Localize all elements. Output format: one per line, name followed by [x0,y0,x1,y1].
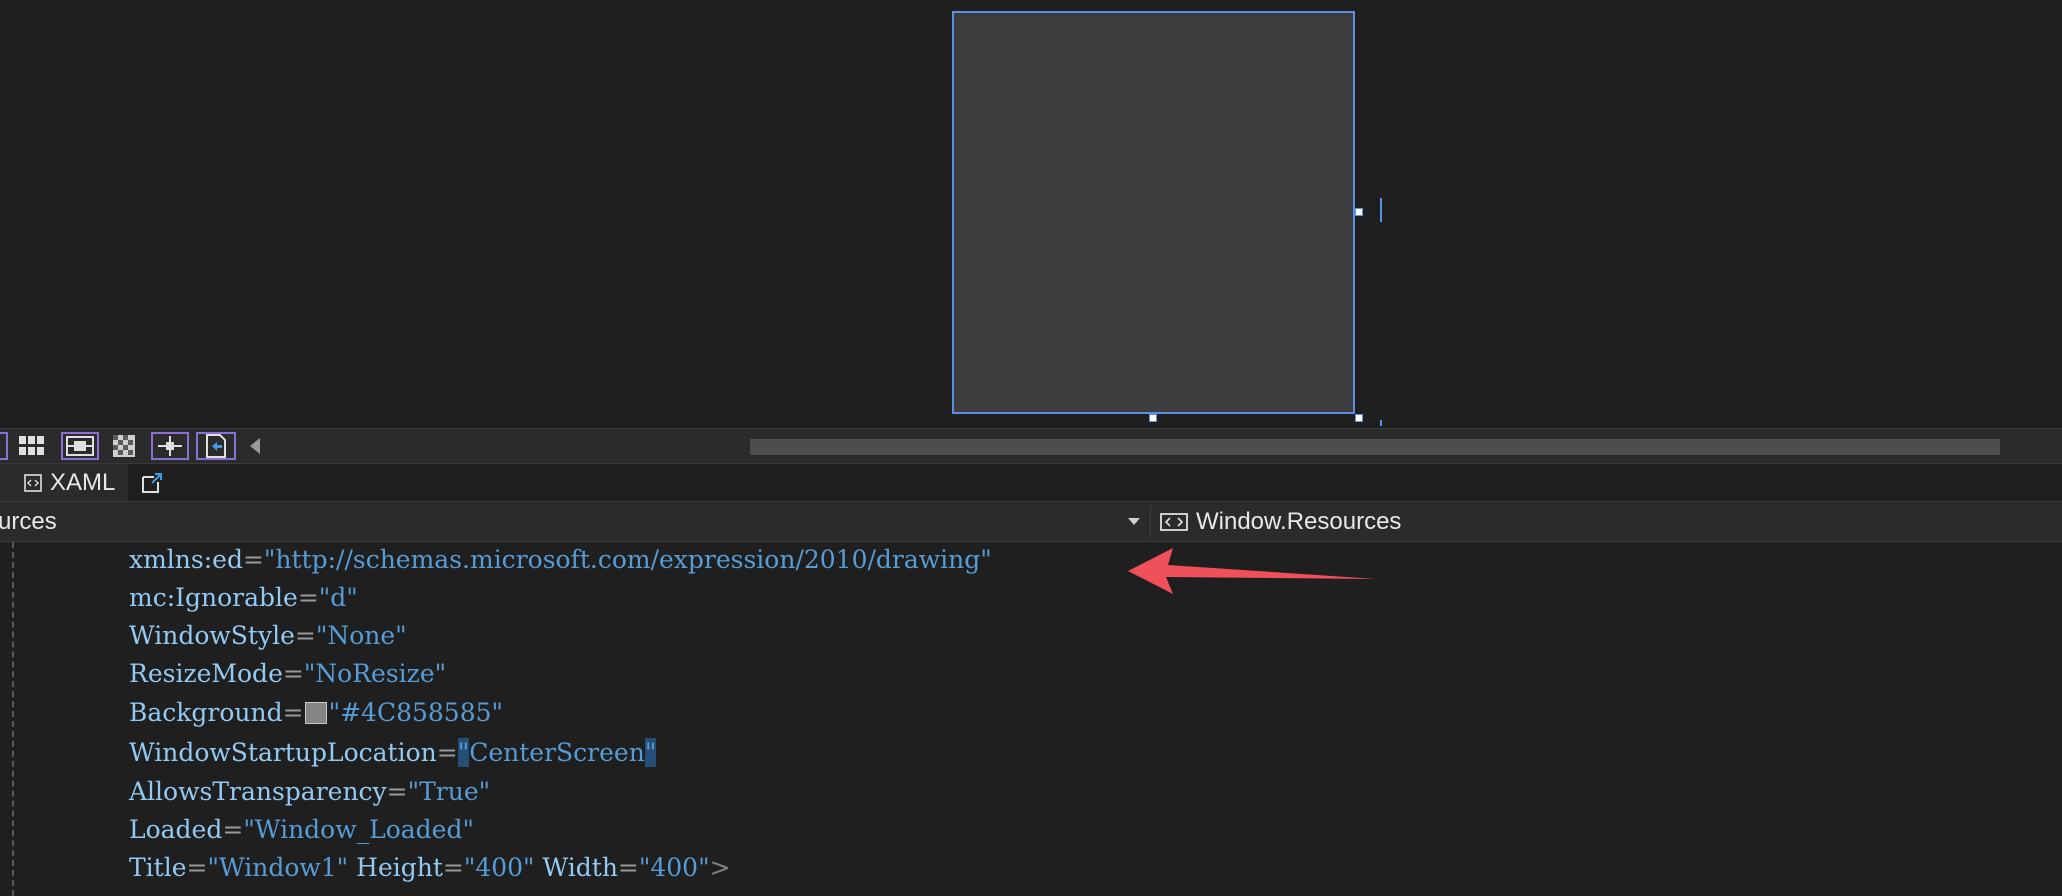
attribute-name: mc:Ignorable [129,583,298,612]
xaml-code-icon [24,473,42,492]
horizontal-scrollbar[interactable] [750,439,2000,455]
nav-divider [1150,506,1151,538]
brace-match-quote: " [644,738,657,767]
navigation-bar: urces Window.Resources [0,502,2062,542]
artboard-edge-button[interactable] [0,432,8,460]
code-line[interactable]: AllowsTransparency="True" [129,774,490,810]
resize-handle-right[interactable] [1355,208,1363,216]
attribute-value: "#4C858585" [328,698,504,727]
code-line[interactable]: WindowStartupLocation="CenterScreen" [129,735,657,771]
brace-match-quote: " [457,738,470,767]
member-label: Window.Resources [1196,507,1402,535]
code-line[interactable]: Background= "#4C858585" [129,695,503,731]
window-preview[interactable] [952,11,1355,414]
attribute-name: ResizeMode [129,659,283,688]
code-line[interactable]: Title="Window1" Height="400" Width="400"… [129,850,731,886]
chevron-down-icon[interactable] [1128,518,1140,525]
attribute-value: CenterScreen [469,738,645,767]
type-scope-label: urces [0,507,57,535]
snap-to-grid-button[interactable] [61,432,99,460]
tag-close: > [709,853,731,882]
resize-handle-corner[interactable] [1355,414,1363,422]
attribute-value: "d" [318,583,358,612]
tab-xaml-label: XAML [50,468,116,496]
show-grid-button[interactable] [17,432,47,460]
attribute-value: "400" [638,853,710,882]
device-preview-button[interactable] [196,432,236,460]
member-dropdown[interactable]: Window.Resources [1160,502,1401,541]
annotation-arrow-icon [1128,548,1376,594]
resize-handle-bottom[interactable] [1149,414,1157,422]
snap-to-snaplines-button[interactable] [151,432,189,460]
attribute-name: Height [356,853,443,882]
code-line[interactable]: WindowStyle="None" [129,618,407,654]
checkerboard-icon [113,435,135,457]
grid-icon [19,436,44,455]
popout-xaml-button[interactable] [140,471,164,495]
tab-xaml[interactable]: XAML [0,464,128,501]
attribute-value: "http://schemas.microsoft.com/expression… [263,545,992,574]
snap-to-grid-icon [66,436,94,456]
xaml-code-editor[interactable]: xmlns:ed="http://schemas.microsoft.com/e… [0,542,2062,896]
attribute-name: Width [542,853,618,882]
designer-surface[interactable] [0,0,2062,428]
attribute-value: "NoResize" [303,659,447,688]
indent-guide [12,542,14,896]
attribute-name: xmlns:ed [129,545,243,574]
code-line[interactable]: ResizeMode="NoResize" [129,656,446,692]
editor-tab-strip: XAML [0,464,2062,502]
attribute-name: Background [129,698,283,727]
attribute-name: WindowStartupLocation [129,738,437,767]
snap-to-snaplines-icon [158,436,182,456]
scroll-left-arrow-icon[interactable] [250,438,260,454]
code-line[interactable]: xmlns:ed="http://schemas.microsoft.com/e… [129,542,992,578]
attribute-value: "True" [407,777,491,806]
size-adorner [1380,198,1382,222]
attribute-value: "Window1" [207,853,349,882]
color-swatch-icon[interactable] [304,702,327,724]
type-scope-dropdown[interactable]: urces [0,502,1148,541]
element-tag-icon [1160,512,1188,531]
attribute-value: "Window_Loaded" [243,815,474,844]
attribute-name: WindowStyle [129,621,295,650]
size-adorner [1380,420,1382,426]
attribute-name: Loaded [129,815,223,844]
code-line[interactable]: mc:Ignorable="d" [129,580,358,616]
designer-toolbar [0,428,2062,464]
popout-icon [142,473,162,493]
attribute-name: Title [129,853,187,882]
attribute-value: "400" [463,853,535,882]
attribute-name: AllowsTransparency [129,777,387,806]
device-preview-icon [206,434,226,458]
transparency-background-button[interactable] [109,432,139,460]
attribute-value: "None" [315,621,407,650]
code-line[interactable]: Loaded="Window_Loaded" [129,812,474,848]
